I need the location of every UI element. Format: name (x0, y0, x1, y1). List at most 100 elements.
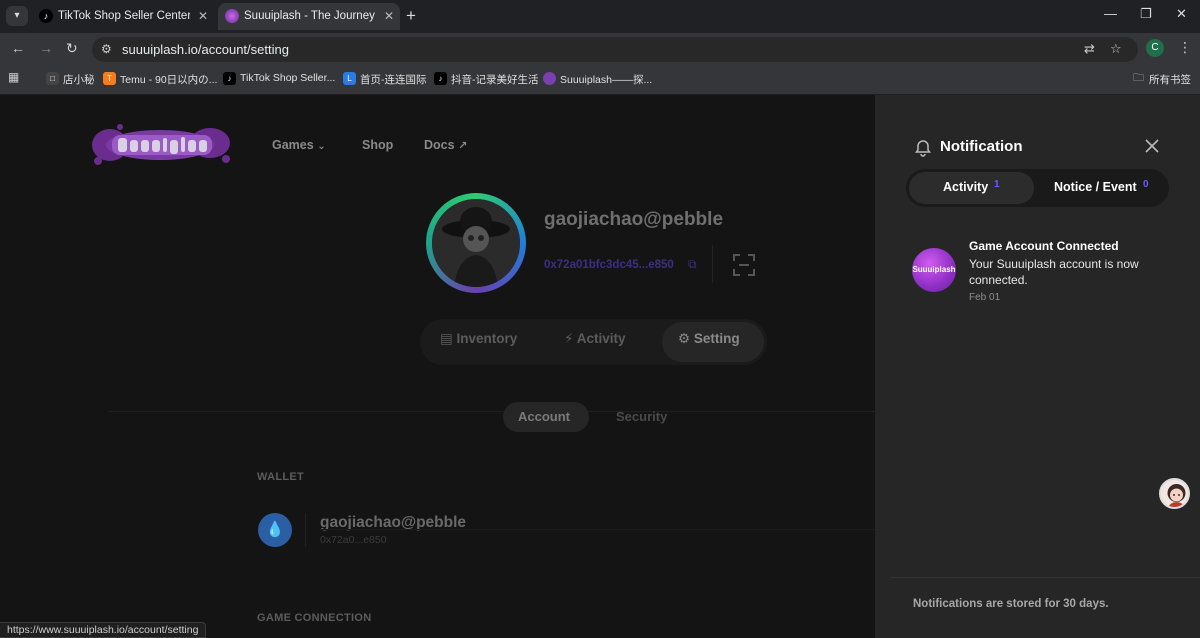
close-tab-icon[interactable]: ✕ (384, 3, 394, 30)
profile-avatar (426, 193, 526, 293)
tab-setting-label: Setting (693, 331, 740, 346)
tab-activity-label: Activity (576, 331, 626, 346)
translate-icon[interactable]: ⇄ (1084, 41, 1095, 57)
assistant-avatar-icon[interactable] (1159, 478, 1190, 509)
new-tab-button[interactable]: + (406, 6, 416, 26)
bookmark-label: 店小秘 (63, 74, 95, 86)
nav-shop[interactable]: Shop (362, 138, 393, 152)
profile-username: gaojiachao@pebble (544, 209, 724, 230)
address-bar[interactable]: ⚙ suuuiplash.io/account/setting ⇄ ☆ (92, 37, 1138, 62)
bookmark-item[interactable]: ♪ 抖音-记录美好生活 (434, 72, 539, 87)
subtab-account[interactable]: Account (518, 409, 570, 424)
gear-icon: ⚙ (678, 331, 691, 346)
suuuiplash-icon (225, 9, 239, 23)
notification-retention-note: Notifications are stored for 30 days. (913, 598, 1109, 610)
sui-wallet-icon: 💧 (258, 513, 292, 547)
nav-games[interactable]: Games ⌄ (272, 138, 326, 152)
activity-icon: ⚡ (564, 331, 574, 346)
bookmark-star-icon[interactable]: ☆ (1110, 41, 1122, 57)
tab-title: TikTok Shop Seller Center | C (58, 10, 190, 22)
suuuiplash-icon: Suuuiplash (912, 248, 956, 292)
suuuiplash-logo[interactable] (90, 121, 232, 169)
bookmark-item[interactable]: ♪ TikTok Shop Seller... (223, 72, 336, 85)
tab-setting[interactable]: ⚙ Setting (678, 331, 740, 347)
tab-strip: ▾ ♪ TikTok Shop Seller Center | C ✕ Suuu… (0, 0, 1200, 33)
nav-games-label: Games (272, 138, 314, 152)
browser-chrome: ▾ ♪ TikTok Shop Seller Center | C ✕ Suuu… (0, 0, 1200, 95)
account-page: Games ⌄ Shop Docs ↗ gaojiachao@pebble 0x… (0, 95, 875, 638)
bookmark-label: 抖音-记录美好生活 (451, 74, 539, 86)
scan-qr-icon[interactable] (732, 253, 756, 277)
site-settings-icon[interactable]: ⚙ (101, 42, 112, 56)
bookmarks-bar: ▦ □ 店小秘 T Temu - 90日以内の... ♪ TikTok Shop… (0, 65, 1200, 95)
wallet-section-label: WALLET (257, 471, 305, 483)
notice-count-badge: 0 (1143, 179, 1149, 190)
game-connection-label: GAME CONNECTION (257, 612, 372, 624)
suuuiplash-icon (543, 72, 556, 85)
inventory-icon: ▤ (440, 331, 453, 346)
copy-icon[interactable]: ⧉ (688, 257, 697, 272)
divider (305, 513, 306, 547)
notification-item-date: Feb 01 (969, 292, 1001, 303)
subtab-security[interactable]: Security (616, 409, 667, 424)
tab-inventory-label: Inventory (456, 331, 518, 346)
close-window-icon[interactable]: ✕ (1176, 6, 1187, 22)
menu-icon[interactable]: ⋮ (1178, 39, 1192, 56)
folder-icon: 🗀 (1133, 72, 1144, 84)
tab-activity[interactable]: ⚡ Activity (564, 331, 626, 347)
bell-icon (915, 140, 931, 157)
bookmark-item[interactable]: □ 店小秘 (46, 72, 95, 87)
bookmark-label: TikTok Shop Seller... (240, 72, 336, 84)
activity-count-badge: 1 (994, 179, 1000, 190)
divider (108, 411, 875, 412)
lianlian-icon: L (343, 72, 356, 85)
avatar-figure-icon (432, 199, 520, 287)
chevron-down-icon: ⌄ (317, 141, 326, 152)
tiktok-icon: ♪ (223, 72, 236, 85)
status-bar-url: https://www.suuuiplash.io/account/settin… (0, 622, 207, 638)
tab-title: Suuuiplash - The Journey for (244, 10, 376, 22)
bookmark-item[interactable]: Suuuiplash——探... (543, 72, 652, 87)
bookmark-item[interactable]: T Temu - 90日以内の... (103, 72, 217, 87)
bookmark-item[interactable]: L 首页-连连国际 (343, 72, 427, 87)
wallet-short-address: 0x72a0...e850 (320, 534, 387, 546)
back-icon[interactable]: ← (11, 40, 25, 56)
divider (890, 577, 1200, 578)
browser-tab-suuuiplash[interactable]: Suuuiplash - The Journey for ✕ (218, 3, 400, 30)
notification-tabs: Activity 1 Notice / Event 0 (906, 169, 1169, 207)
url-text[interactable]: suuuiplash.io/account/setting (122, 42, 289, 57)
all-bookmarks-label: 所有书签 (1149, 74, 1191, 86)
douyin-icon: ♪ (434, 72, 447, 85)
restore-icon[interactable]: ❐ (1140, 6, 1152, 22)
profile-avatar[interactable]: C (1146, 39, 1164, 57)
tab-activity-notifications[interactable]: Activity (943, 180, 988, 194)
browser-tab-tiktok[interactable]: ♪ TikTok Shop Seller Center | C ✕ (32, 3, 214, 30)
tab-search-button[interactable]: ▾ (6, 6, 28, 26)
tab-notice-event[interactable]: Notice / Event (1054, 180, 1137, 194)
nav-docs[interactable]: Docs ↗ (424, 138, 467, 152)
minimize-icon[interactable]: — (1104, 6, 1117, 21)
browser-toolbar: ← → ↻ ⚙ suuuiplash.io/account/setting ⇄ … (0, 33, 1200, 65)
close-icon[interactable] (1143, 137, 1161, 155)
close-tab-icon[interactable]: ✕ (198, 3, 208, 30)
profile-tabs: ▤ Inventory ⚡ Activity ⚙ Setting (420, 319, 767, 365)
forward-icon[interactable]: → (39, 40, 53, 56)
wallet-address: 0x72a01bfc3dc45...e850 (544, 259, 674, 271)
external-link-icon: ↗ (458, 140, 468, 152)
dianxiaomi-icon: □ (46, 72, 59, 85)
divider (320, 529, 875, 530)
notification-item-title: Game Account Connected (969, 239, 1119, 253)
bookmark-label: Temu - 90日以内の... (120, 74, 218, 86)
notification-panel: Notification Activity 1 Notice / Event 0… (875, 95, 1200, 638)
notification-title: Notification (940, 138, 1023, 155)
reload-icon[interactable]: ↻ (66, 40, 78, 57)
all-bookmarks[interactable]: 🗀 所有书签 (1132, 72, 1191, 87)
nav-docs-label: Docs (424, 138, 455, 152)
notification-item-body: Your Suuuiplash account is now connected… (969, 257, 1139, 287)
tab-inventory[interactable]: ▤ Inventory (440, 331, 517, 347)
bookmark-label: 首页-连连国际 (360, 74, 427, 86)
divider (712, 245, 713, 283)
temu-icon: T (103, 72, 116, 85)
apps-icon[interactable]: ▦ (8, 70, 19, 84)
bookmark-label: Suuuiplash——探... (560, 74, 653, 86)
